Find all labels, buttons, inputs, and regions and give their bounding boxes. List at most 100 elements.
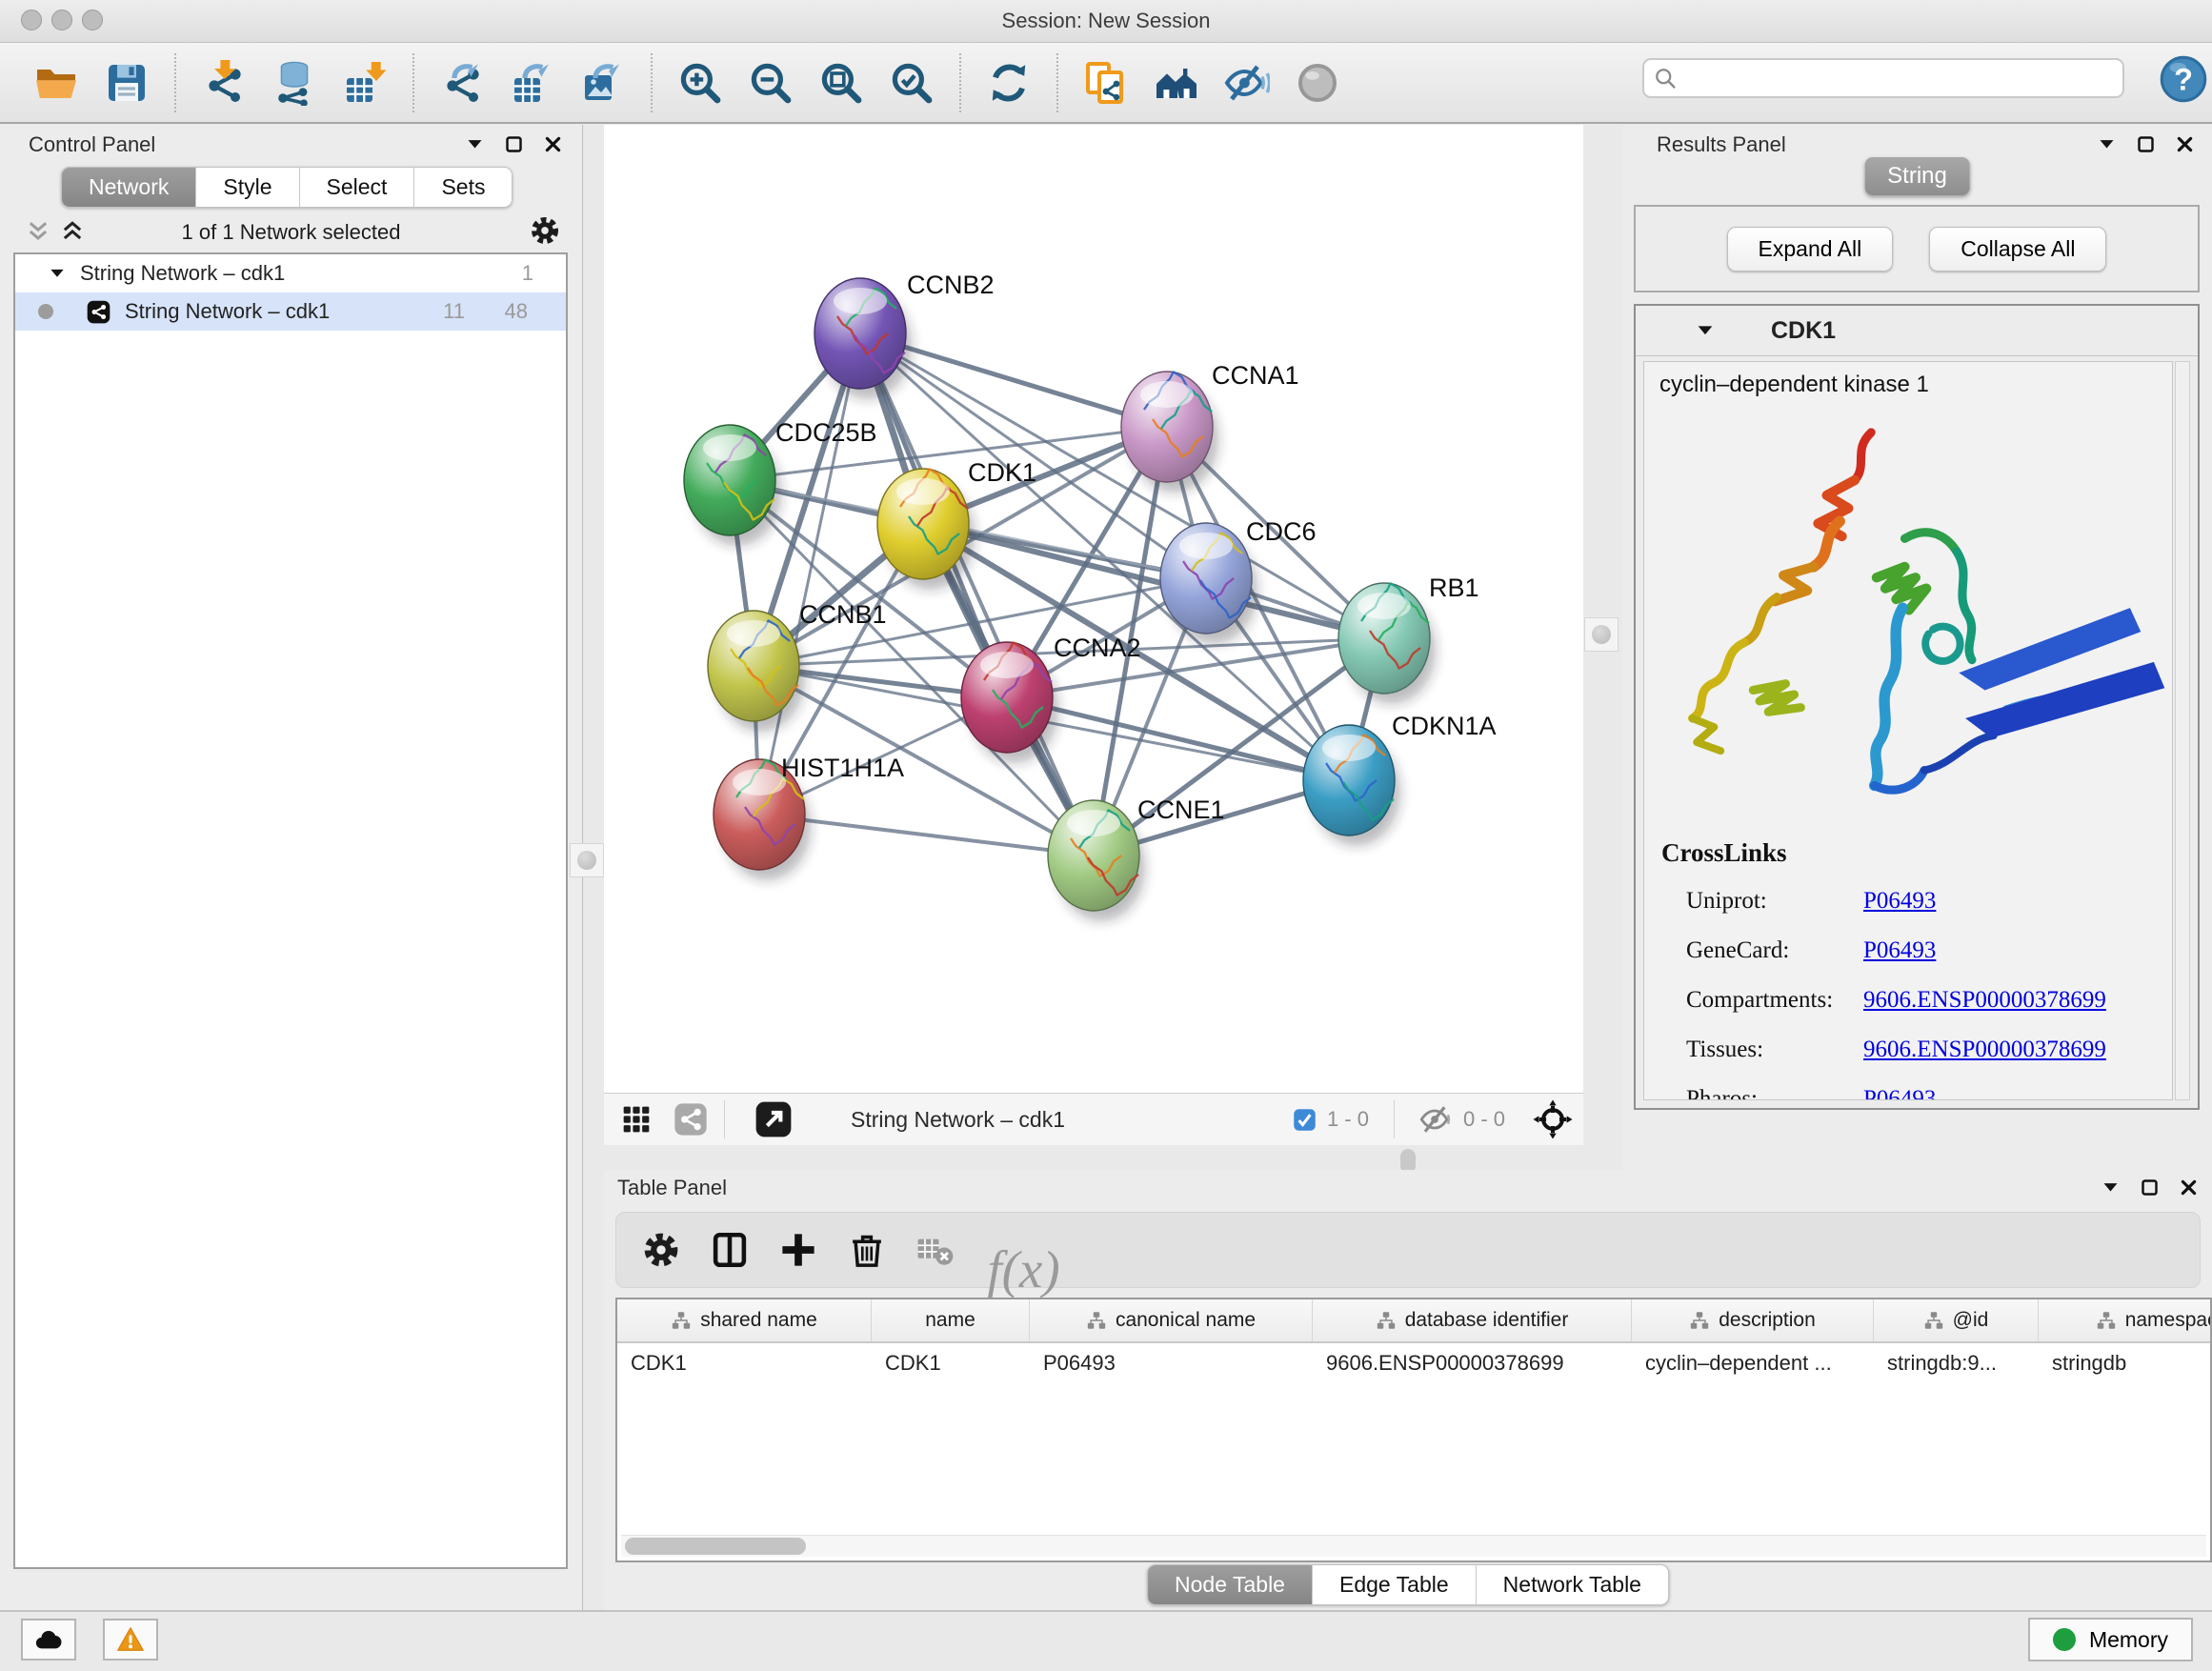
- help-button[interactable]: ?: [2159, 54, 2208, 104]
- table-row[interactable]: CDK1CDK1P064939606.ENSP00000378699cyclin…: [617, 1343, 2210, 1383]
- first-neighbors-button[interactable]: [1147, 51, 1206, 114]
- table-hscrollbar-thumb[interactable]: [625, 1538, 806, 1555]
- refresh-view-button[interactable]: [979, 51, 1038, 114]
- show-hide-columns-icon[interactable]: [710, 1230, 750, 1270]
- network-node-RB1[interactable]: RB1: [1338, 574, 1479, 704]
- column-header-@id[interactable]: @id: [1874, 1299, 2039, 1341]
- save-session-button[interactable]: [97, 51, 156, 114]
- table-cell[interactable]: stringdb:9...: [1874, 1343, 2039, 1383]
- delete-columns-icon[interactable]: [847, 1230, 887, 1270]
- gene-expander-icon[interactable]: [1695, 320, 1716, 341]
- documents-network-icon: [1083, 60, 1129, 106]
- network-node-CCNE1[interactable]: CCNE1: [1048, 795, 1225, 921]
- network-node-HIST1H1A[interactable]: HIST1H1A: [714, 754, 904, 880]
- export-table-button[interactable]: [503, 51, 562, 114]
- tab-node-table[interactable]: Node Table: [1148, 1565, 1313, 1604]
- crosslink-link[interactable]: 9606.ENSP00000378699: [1863, 987, 2106, 1014]
- table-cell[interactable]: 9606.ENSP00000378699: [1313, 1343, 1632, 1383]
- tab-network-table[interactable]: Network Table: [1477, 1565, 1668, 1604]
- hide-selected-button[interactable]: [1217, 51, 1277, 114]
- column-header-name[interactable]: name: [872, 1299, 1030, 1341]
- fit-selected-crosshair-icon[interactable]: [1532, 1098, 1574, 1140]
- column-header-canonical-name[interactable]: canonical name: [1030, 1299, 1313, 1341]
- grid-view-icon[interactable]: [621, 1104, 652, 1135]
- control-panel-menu-icon[interactable]: [465, 134, 485, 154]
- table-options-icon[interactable]: [641, 1230, 681, 1270]
- network-options-gear-icon[interactable]: [529, 214, 561, 247]
- table-cell[interactable]: stringdb: [2039, 1343, 2212, 1383]
- network-edge[interactable]: [759, 333, 860, 815]
- import-network-from-file-button[interactable]: [194, 51, 253, 114]
- memory-button[interactable]: Memory: [2028, 1618, 2193, 1661]
- results-panel-menu-icon[interactable]: [2097, 134, 2117, 154]
- open-session-button[interactable]: [27, 51, 86, 114]
- crosslink-link[interactable]: 9606.ENSP00000378699: [1863, 1037, 2106, 1063]
- left-splitter-handle[interactable]: [570, 843, 604, 877]
- network-node-CDK1[interactable]: CDK1: [877, 458, 1036, 590]
- table-panel-menu-icon[interactable]: [2101, 1178, 2121, 1198]
- network-node-CCNB1[interactable]: CCNB1: [708, 600, 887, 732]
- tab-style[interactable]: Style: [196, 168, 299, 207]
- network-node-CDC6[interactable]: CDC6: [1160, 517, 1317, 644]
- column-header-shared-name[interactable]: shared name: [617, 1299, 872, 1341]
- export-network-button[interactable]: [432, 51, 492, 114]
- crosslink-link[interactable]: P06493: [1863, 888, 1936, 915]
- network-row[interactable]: String Network – cdk1 11 48: [15, 292, 566, 331]
- crosslink-link[interactable]: P06493: [1863, 937, 1936, 964]
- tab-string[interactable]: String: [1864, 157, 1970, 195]
- control-panel-float-icon[interactable]: [504, 134, 524, 154]
- collapse-all-button[interactable]: Collapse All: [1929, 227, 2106, 272]
- network-node-CCNB2[interactable]: CCNB2: [814, 271, 995, 399]
- results-panel-close-icon[interactable]: [2175, 134, 2195, 154]
- table-panel-close-icon[interactable]: [2179, 1178, 2199, 1198]
- export-image-button[interactable]: [573, 51, 633, 114]
- tree-expander-icon[interactable]: [48, 264, 67, 283]
- search-input[interactable]: [1686, 63, 2119, 95]
- network-view-canvas[interactable]: CCNB2CCNA1CDC25BCDK1CDC6RB1CCNB1CCNA2CDK…: [604, 125, 1583, 1093]
- zoom-fit-content-button[interactable]: [812, 51, 871, 114]
- zoom-out-icon: [748, 60, 794, 106]
- column-header-description[interactable]: description: [1632, 1299, 1874, 1341]
- table-cell[interactable]: CDK1: [617, 1343, 872, 1383]
- network-node-CDC25B[interactable]: CDC25B: [684, 418, 877, 546]
- tab-sets[interactable]: Sets: [414, 168, 512, 207]
- network-collection-row[interactable]: String Network – cdk1 1: [15, 254, 566, 292]
- zoom-selected-button[interactable]: [882, 51, 941, 114]
- table-cell[interactable]: cyclin–dependent ...: [1632, 1343, 1874, 1383]
- cloud-button[interactable]: [21, 1619, 76, 1661]
- right-splitter-handle[interactable]: [1584, 617, 1619, 652]
- gene-entry-header[interactable]: CDK1: [1636, 306, 2198, 356]
- crosslink-link[interactable]: P06493: [1863, 1086, 1936, 1100]
- table-cell[interactable]: P06493: [1030, 1343, 1313, 1383]
- import-table-from-file-button[interactable]: [335, 51, 394, 114]
- network-node-CDKN1A[interactable]: CDKN1A: [1303, 712, 1497, 846]
- node-gloss: [727, 620, 780, 647]
- tab-select[interactable]: Select: [300, 168, 415, 207]
- table-cell[interactable]: CDK1: [872, 1343, 1030, 1383]
- column-label: @id: [1953, 1309, 1989, 1332]
- hidden-eye-icon[interactable]: [1419, 1102, 1454, 1137]
- zoom-in-button[interactable]: [671, 51, 730, 114]
- refresh-icon: [986, 60, 1032, 106]
- application-window: Session: New Session ? Control Panel Net…: [0, 0, 2212, 1671]
- column-header-database-identifier[interactable]: database identifier: [1313, 1299, 1632, 1341]
- results-scrollbar-track[interactable]: [2175, 361, 2190, 1100]
- expand-all-button[interactable]: Expand All: [1727, 227, 1894, 272]
- control-panel-close-icon[interactable]: [543, 134, 563, 154]
- share-view-icon[interactable]: [673, 1101, 709, 1137]
- tab-network[interactable]: Network: [62, 168, 196, 207]
- network-node-CCNA1[interactable]: CCNA1: [1121, 361, 1299, 493]
- selected-checkbox-icon[interactable]: [1292, 1107, 1317, 1133]
- zoom-out-button[interactable]: [741, 51, 800, 114]
- new-network-from-selection-button[interactable]: [1076, 51, 1136, 114]
- table-panel-float-icon[interactable]: [2140, 1178, 2160, 1198]
- import-network-from-database-button[interactable]: [265, 51, 324, 114]
- column-header-namespace[interactable]: namespace: [2039, 1299, 2212, 1341]
- ribbon-stroke: [1855, 433, 1871, 480]
- table-hscrollbar-track[interactable]: [621, 1535, 2206, 1557]
- warnings-button[interactable]: [103, 1619, 158, 1661]
- results-panel-float-icon[interactable]: [2136, 134, 2156, 154]
- tab-edge-table[interactable]: Edge Table: [1313, 1565, 1477, 1604]
- create-column-icon[interactable]: [778, 1230, 818, 1270]
- birdseye-view-icon[interactable]: [754, 1099, 794, 1139]
